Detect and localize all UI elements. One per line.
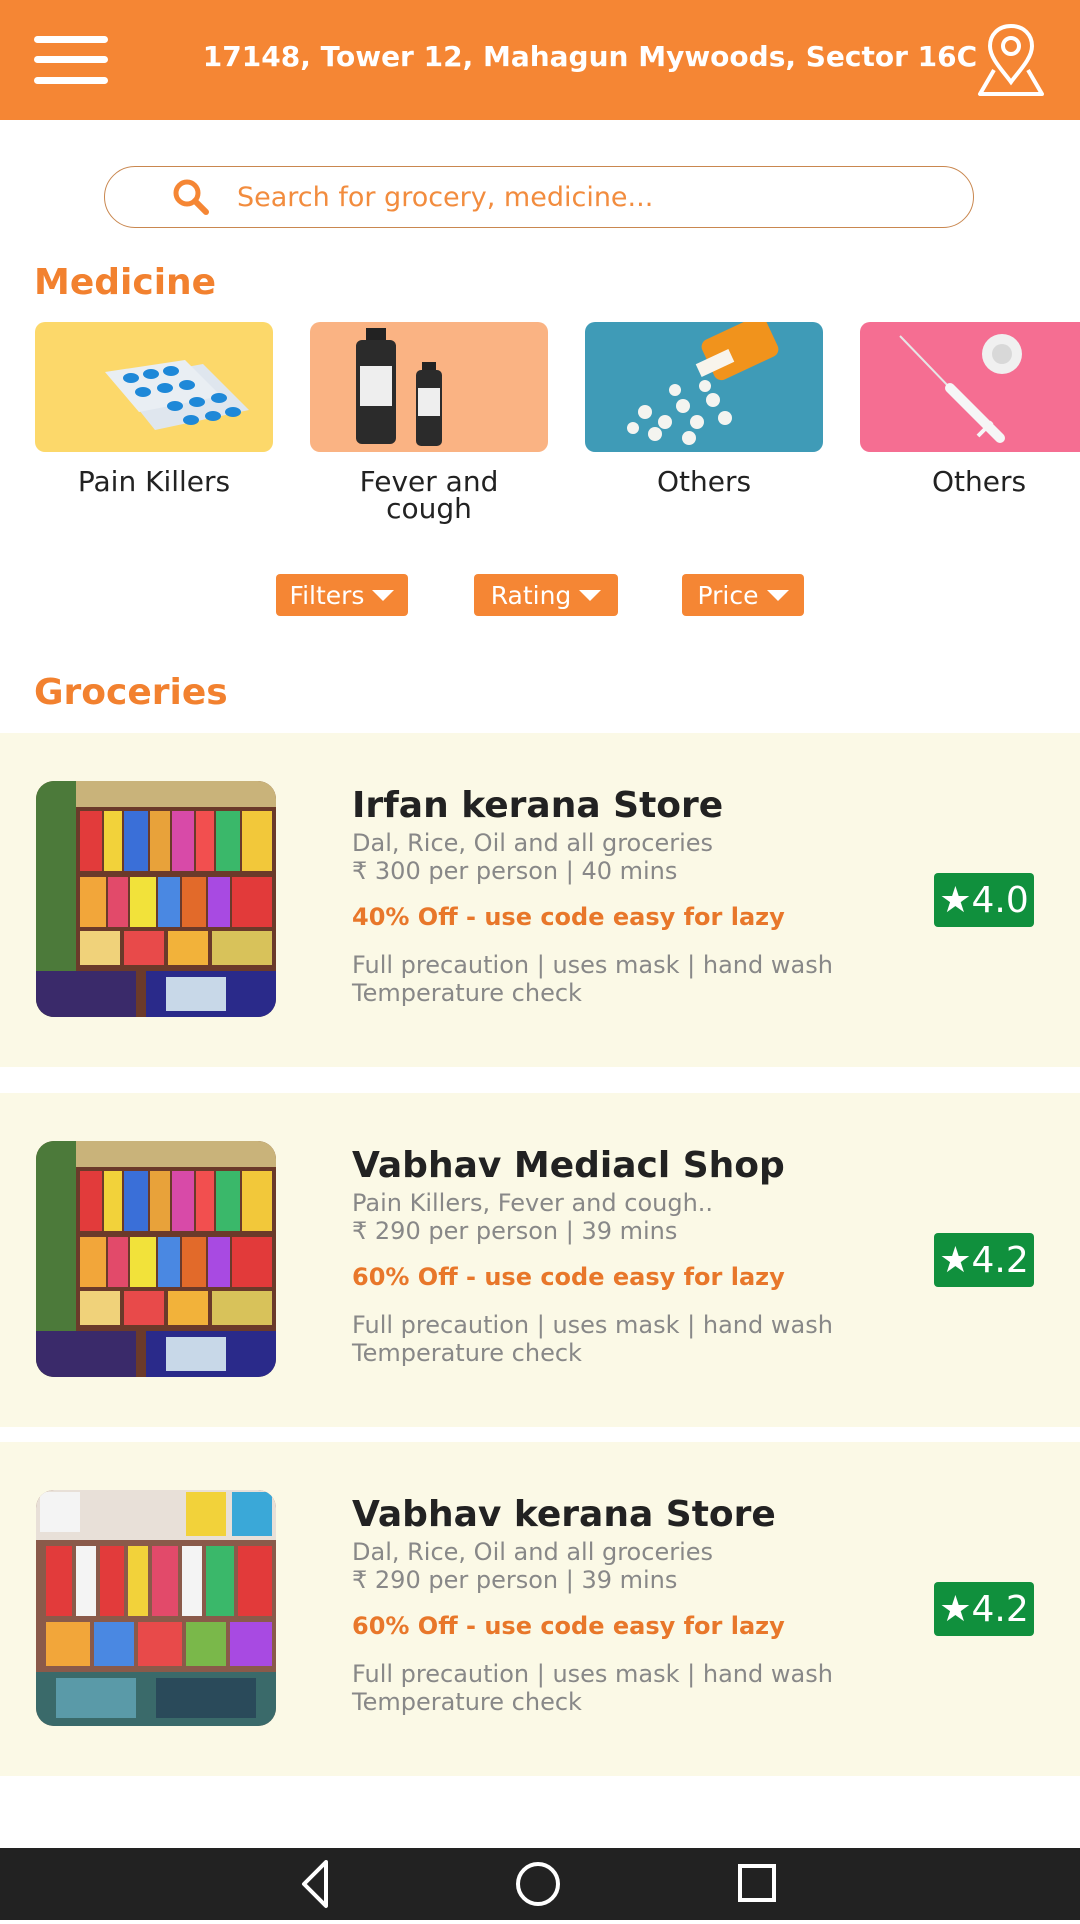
- store-card[interactable]: Vabhav kerana Store Dal, Rice, Oil and a…: [0, 1442, 1080, 1776]
- category-label: Pain Killers: [77, 465, 231, 498]
- store-safety: Full precaution | uses mask | hand wash …: [352, 1311, 833, 1367]
- groceries-section-title: Groceries: [34, 672, 228, 713]
- store-price-time: ₹ 300 per person | 40 mins: [352, 857, 678, 885]
- category-others-syringe[interactable]: Others: [860, 322, 1080, 498]
- caret-down-icon: [766, 589, 789, 601]
- store-name: Vabhav kerana Store: [352, 1494, 776, 1535]
- syringe-image: [860, 322, 1080, 452]
- rating-badge: ★4.2: [934, 1582, 1034, 1636]
- store-photo: [36, 1490, 276, 1726]
- safety-line-1: Full precaution | uses mask | hand wash: [352, 1660, 833, 1688]
- category-fever-and-cough[interactable]: Fever and cough: [310, 322, 548, 525]
- store-offer: 40% Off - use code easy for lazy: [352, 903, 785, 931]
- recents-square-icon[interactable]: [738, 1864, 776, 1902]
- safety-line-2: Temperature check: [352, 979, 582, 1007]
- map-pin-icon[interactable]: [972, 20, 1050, 98]
- safety-line-1: Full precaution | uses mask | hand wash: [352, 951, 833, 979]
- hamburger-menu-icon[interactable]: [34, 36, 108, 84]
- system-navigation-bar: [0, 1848, 1080, 1920]
- store-name: Irfan kerana Store: [352, 785, 724, 826]
- search-bar[interactable]: [104, 166, 974, 228]
- store-card[interactable]: Irfan kerana Store Dal, Rice, Oil and al…: [0, 733, 1080, 1067]
- store-meta: Pain Killers, Fever and cough.. ₹ 290 pe…: [352, 1189, 713, 1245]
- category-pain-killers[interactable]: Pain Killers: [35, 322, 273, 498]
- safety-line-2: Temperature check: [352, 1339, 582, 1367]
- category-label: Fever and cough: [359, 465, 499, 525]
- rating-label: Rating: [490, 580, 572, 610]
- pain-killers-image: [35, 322, 273, 452]
- rating-badge: ★4.0: [934, 873, 1034, 927]
- price-label: Price: [697, 580, 759, 610]
- pills-bottle-image: [585, 322, 823, 452]
- filters-label: Filters: [289, 580, 365, 610]
- store-meta: Dal, Rice, Oil and all groceries ₹ 290 p…: [352, 1538, 713, 1594]
- filters-dropdown[interactable]: Filters: [276, 574, 408, 616]
- home-circle-icon[interactable]: [516, 1862, 560, 1906]
- rating-badge: ★4.2: [934, 1233, 1034, 1287]
- store-meta: Dal, Rice, Oil and all groceries ₹ 300 p…: [352, 829, 713, 885]
- search-icon: [171, 177, 211, 217]
- store-photo: [36, 1141, 276, 1377]
- safety-line-2: Temperature check: [352, 1688, 582, 1716]
- safety-line-1: Full precaution | uses mask | hand wash: [352, 1311, 833, 1339]
- store-price-time: ₹ 290 per person | 39 mins: [352, 1566, 678, 1594]
- store-photo: [36, 781, 276, 1017]
- store-offer: 60% Off - use code easy for lazy: [352, 1612, 785, 1640]
- category-label: Others: [656, 465, 752, 498]
- search-input[interactable]: [235, 180, 919, 214]
- rating-dropdown[interactable]: Rating: [474, 574, 618, 616]
- store-items: Dal, Rice, Oil and all groceries: [352, 1538, 714, 1566]
- medicine-section-title: Medicine: [34, 262, 217, 303]
- store-name: Vabhav Mediacl Shop: [352, 1145, 785, 1186]
- back-triangle-icon[interactable]: [302, 1860, 328, 1908]
- caret-down-icon: [372, 589, 395, 601]
- store-items: Pain Killers, Fever and cough..: [352, 1189, 714, 1217]
- store-safety: Full precaution | uses mask | hand wash …: [352, 951, 833, 1007]
- store-price-time: ₹ 290 per person | 39 mins: [352, 1217, 678, 1245]
- price-dropdown[interactable]: Price: [682, 574, 804, 616]
- delivery-address[interactable]: 17148, Tower 12, Mahagun Mywoods, Sector…: [200, 40, 980, 73]
- fever-and-cough-image: [310, 322, 548, 452]
- category-label: Others: [931, 465, 1027, 498]
- store-items: Dal, Rice, Oil and all groceries: [352, 829, 714, 857]
- top-app-bar: 17148, Tower 12, Mahagun Mywoods, Sector…: [0, 0, 1080, 120]
- category-others-pills[interactable]: Others: [585, 322, 823, 498]
- caret-down-icon: [579, 589, 602, 601]
- store-offer: 60% Off - use code easy for lazy: [352, 1263, 785, 1291]
- store-safety: Full precaution | uses mask | hand wash …: [352, 1660, 833, 1716]
- store-card[interactable]: Vabhav Mediacl Shop Pain Killers, Fever …: [0, 1093, 1080, 1427]
